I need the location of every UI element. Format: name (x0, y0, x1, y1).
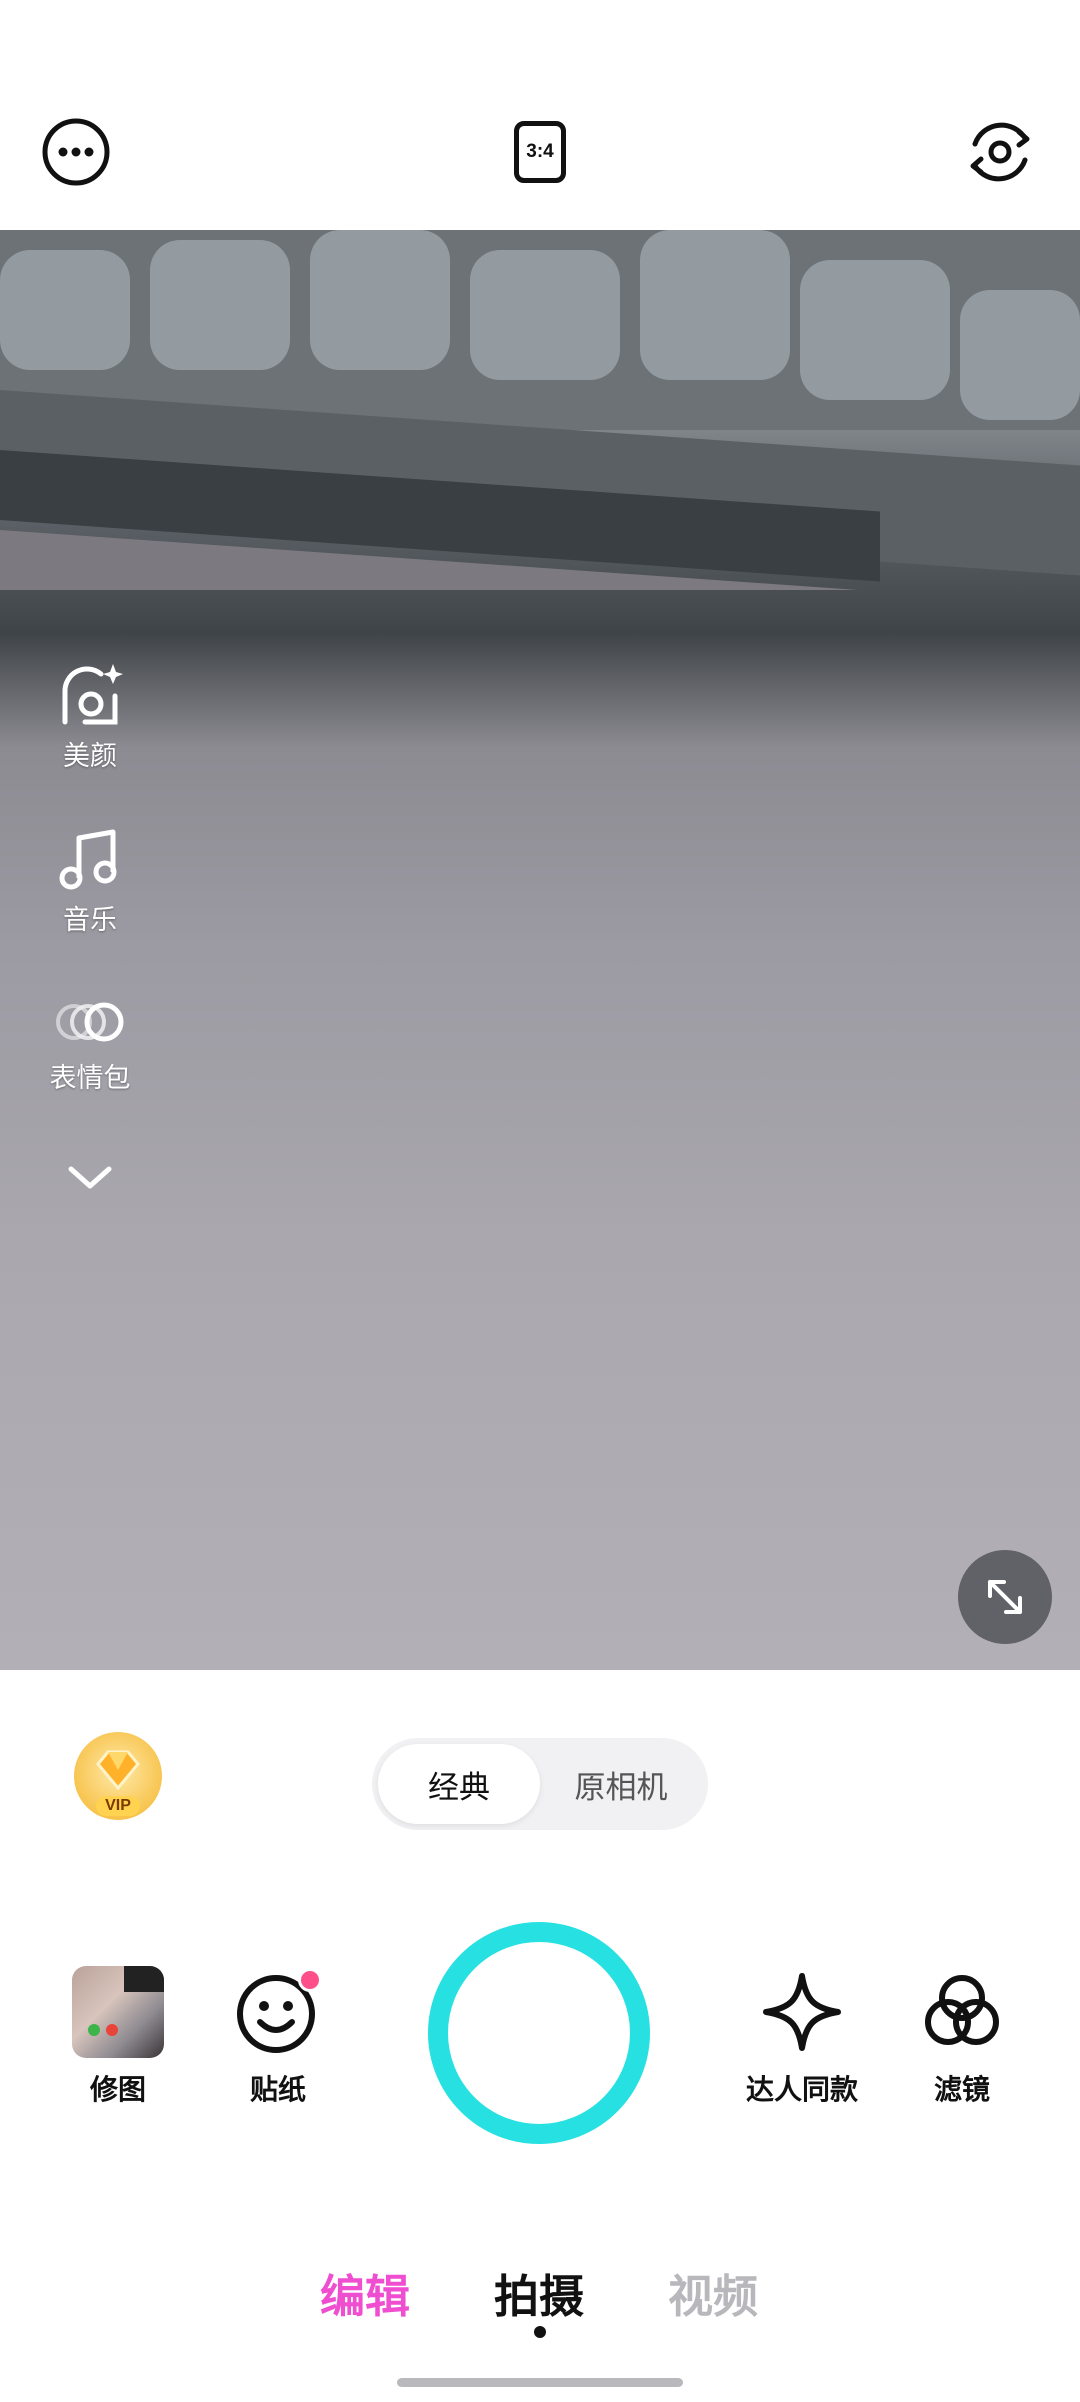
more-icon (42, 118, 110, 186)
home-indicator[interactable] (397, 2378, 683, 2387)
tool-label: 修图 (89, 2074, 146, 2105)
more-button[interactable] (36, 112, 116, 192)
control-panel: VIP 经典 原相机 修图 贴纸 达人同款 滤镜 编辑 拍摄 视频 (0, 1670, 1080, 2402)
top-bar: 3:4 (0, 0, 1080, 230)
blurred-scene (0, 230, 1080, 590)
tool-label: 滤镜 (933, 2074, 990, 2105)
active-tab-indicator (534, 2326, 546, 2338)
vip-label: VIP (105, 1797, 131, 1814)
gallery-thumbnail (72, 1966, 164, 2058)
tab-video[interactable]: 视频 (668, 2260, 758, 2325)
side-tool-label: 表情包 (49, 1063, 131, 1093)
beauty-icon (62, 664, 123, 725)
music-icon (59, 829, 117, 890)
aspect-ratio-button[interactable]: 3:4 (500, 112, 580, 192)
side-tool-emoji-pack[interactable]: 表情包 (40, 994, 140, 1095)
emoji-pack-icon (56, 1002, 124, 1042)
mode-option-classic[interactable]: 经典 (378, 1744, 540, 1824)
mode-option-original-camera[interactable]: 原相机 (540, 1744, 702, 1824)
shutter-button[interactable] (428, 1922, 650, 2144)
expand-icon (988, 1580, 1022, 1614)
vip-button[interactable]: VIP (70, 1730, 166, 1826)
tab-edit[interactable]: 编辑 (320, 2260, 410, 2325)
chevron-down-icon (68, 1166, 112, 1189)
sparkle-icon (763, 1973, 841, 2051)
filter-icon (925, 1975, 999, 2045)
side-tool-label: 美颜 (63, 741, 117, 771)
aspect-ratio-icon: 3:4 (514, 121, 566, 183)
side-tool-music[interactable]: 音乐 (40, 826, 140, 937)
more-tools-toggle[interactable] (40, 1160, 140, 1194)
camera-viewfinder[interactable]: 美颜 音乐 表情包 (0, 230, 1080, 1670)
filters-button[interactable]: 滤镜 (892, 1966, 1032, 2108)
stickers-button[interactable]: 贴纸 (208, 1966, 348, 2108)
side-tool-beauty[interactable]: 美颜 (40, 662, 140, 773)
influencer-same-button[interactable]: 达人同款 (732, 1966, 872, 2108)
mode-toggle[interactable]: 经典 原相机 (372, 1738, 708, 1830)
flip-camera-icon (970, 122, 1030, 182)
retouch-button[interactable]: 修图 (48, 1966, 188, 2108)
aspect-ratio-label: 3:4 (526, 141, 554, 162)
tool-label: 贴纸 (249, 2074, 306, 2105)
tool-label: 达人同款 (745, 2074, 858, 2105)
side-tool-label: 音乐 (63, 905, 117, 935)
fullscreen-button[interactable] (958, 1550, 1052, 1644)
notification-dot (298, 1968, 322, 1992)
flip-camera-button[interactable] (960, 112, 1040, 192)
tab-shoot[interactable]: 拍摄 (494, 2260, 584, 2325)
